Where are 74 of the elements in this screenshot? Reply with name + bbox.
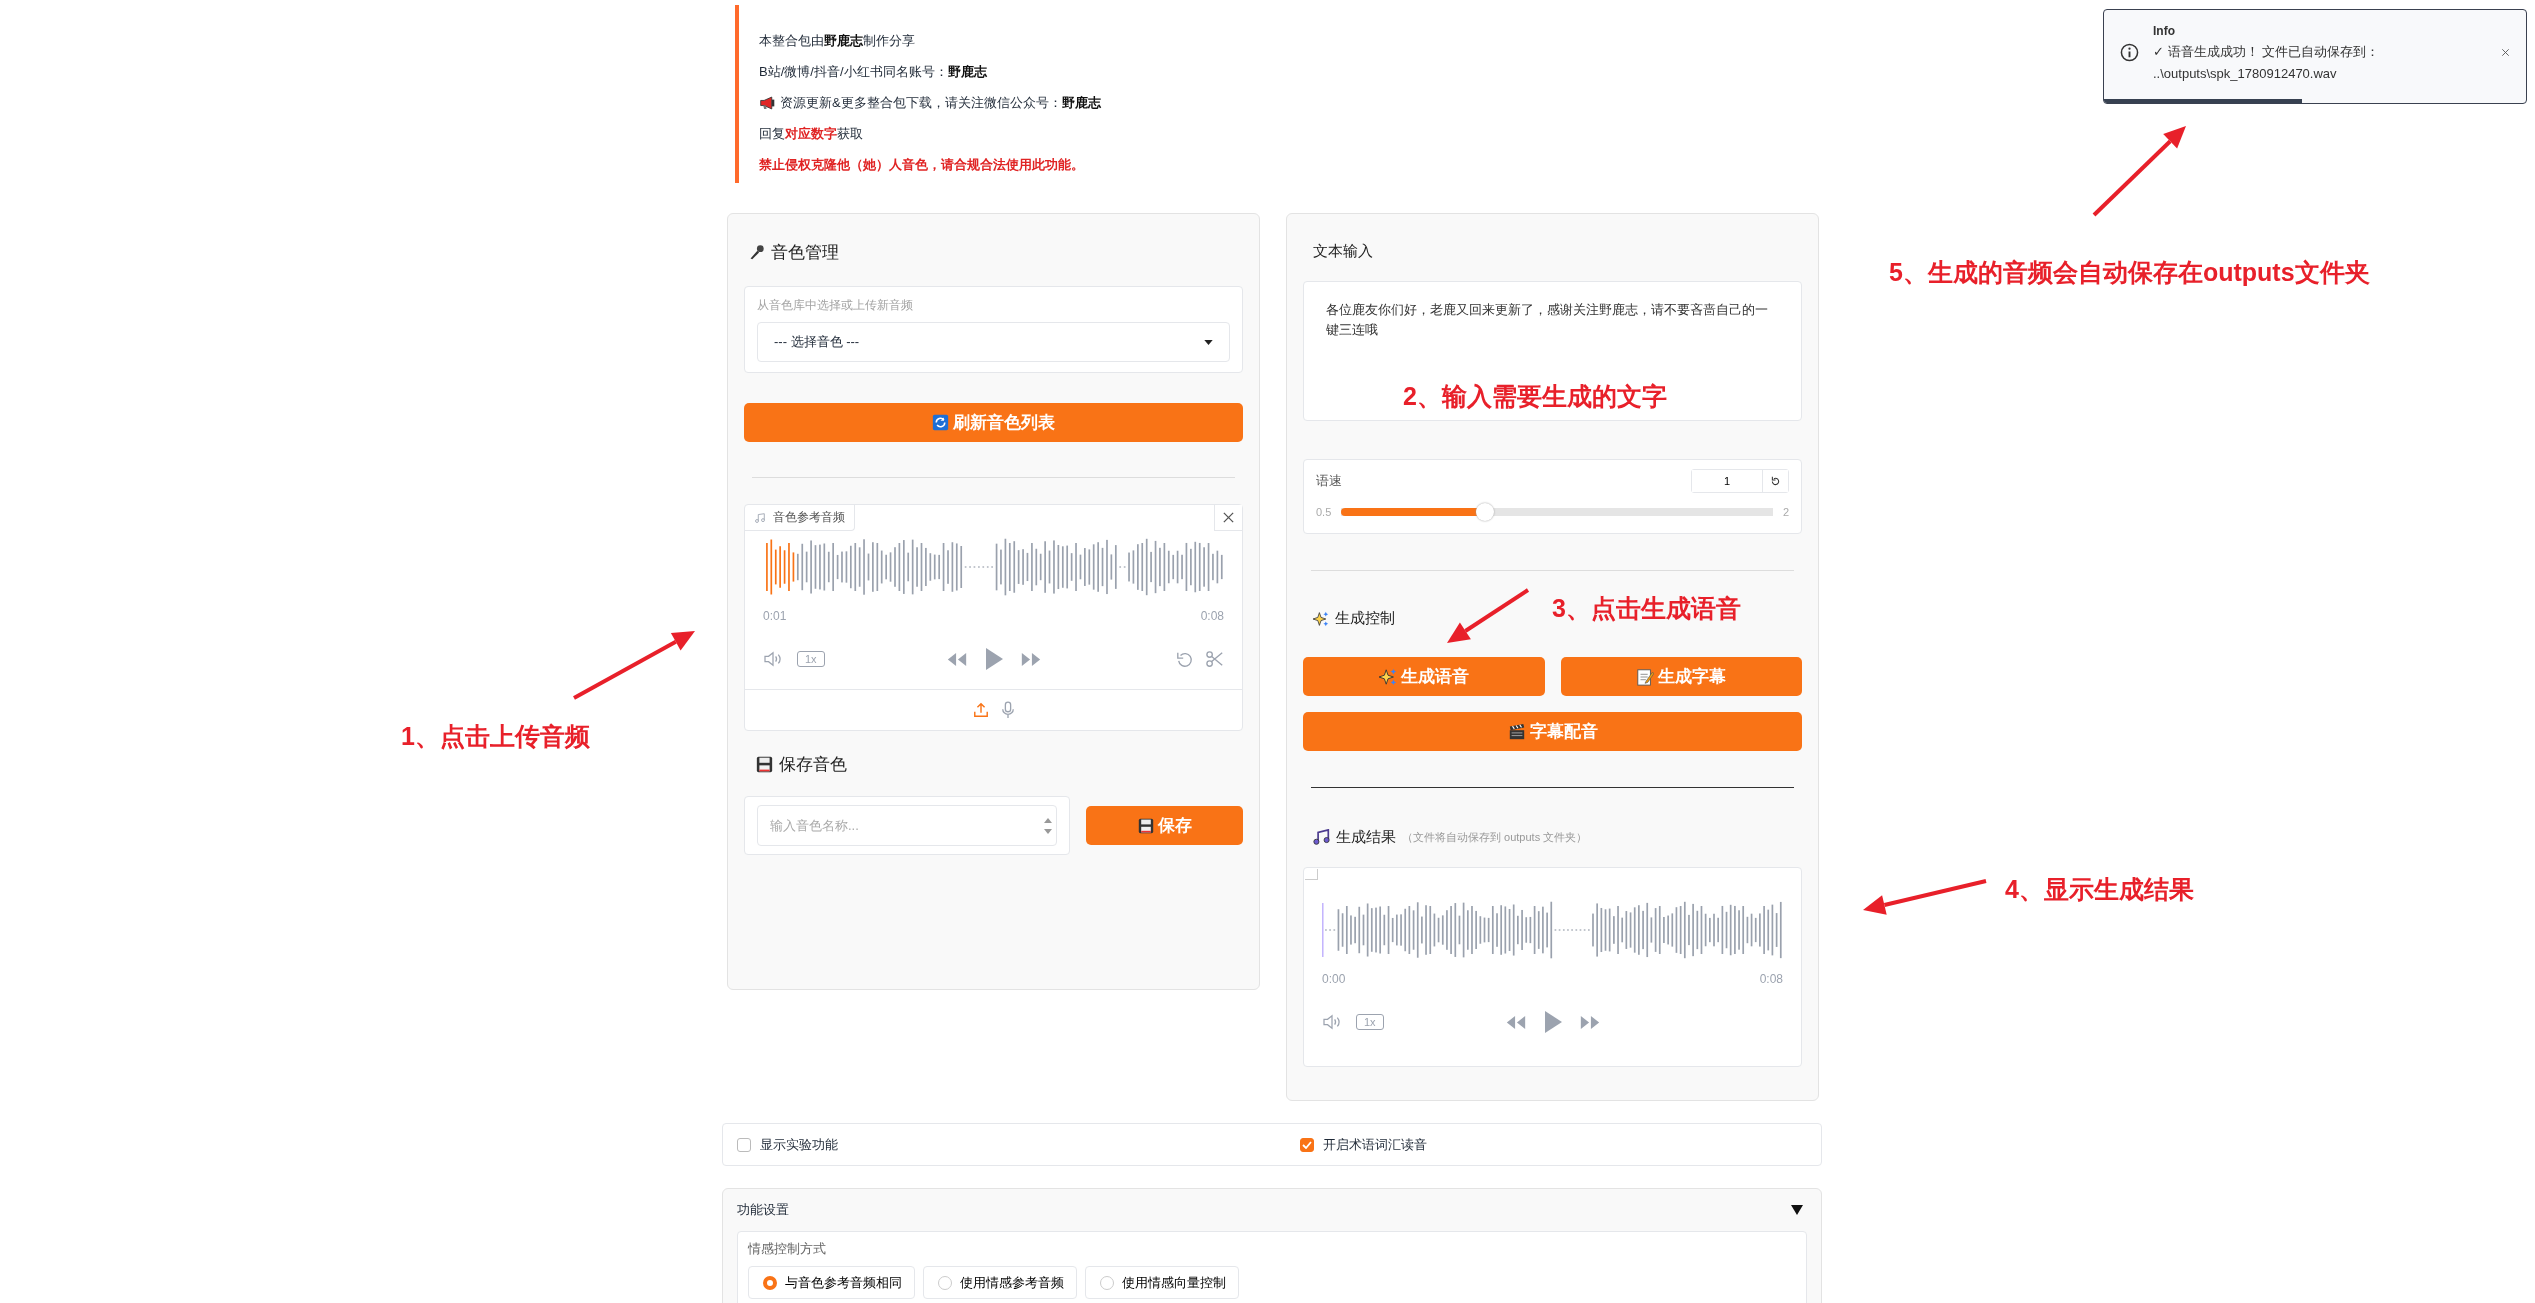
accordion-title: 功能设置: [737, 1201, 789, 1219]
panel-title: 音色管理: [771, 242, 839, 264]
notice-text: B站/微博/抖音/小红书同名账号：野鹿志: [759, 62, 987, 81]
section-title: 生成控制: [1335, 609, 1395, 628]
microphone-icon: [748, 244, 765, 261]
play-icon[interactable]: [1542, 1010, 1563, 1034]
collapse-triangle-icon[interactable]: [1791, 1204, 1803, 1215]
section-title: 生成结果: [1336, 828, 1396, 847]
fast-forward-icon[interactable]: [1578, 1014, 1601, 1030]
clapperboard-icon: [1507, 722, 1526, 741]
section-title: 保存音色: [779, 754, 847, 776]
current-time: 0:01: [763, 609, 787, 623]
checkbox[interactable]: [1300, 1137, 1314, 1152]
fast-forward-icon[interactable]: [1019, 651, 1042, 667]
voice-name-field[interactable]: 输入音色名称...: [757, 805, 1057, 846]
upload-icon[interactable]: [972, 702, 989, 718]
checkbox-label: 显示实验功能: [760, 1135, 838, 1154]
corner-mark: [1305, 869, 1318, 880]
spin-up-icon[interactable]: [1044, 817, 1052, 823]
panel-title: 文本输入: [1313, 242, 1373, 261]
info-icon: [2120, 43, 2139, 62]
volume-icon[interactable]: [763, 651, 783, 667]
current-time: 0:00: [1322, 972, 1346, 986]
close-button[interactable]: [1214, 505, 1242, 531]
notice-text: 回复对应数字获取: [759, 124, 863, 143]
result-note: （文件将自动保存到 outputs 文件夹）: [1402, 830, 1588, 845]
radio-option[interactable]: 使用情感参考音频: [923, 1266, 1077, 1299]
spin-down-icon[interactable]: [1044, 828, 1052, 834]
duration: 0:08: [1200, 609, 1224, 623]
toast-title: Info: [2153, 24, 2176, 38]
duration: 0:08: [1759, 972, 1783, 986]
scissors-icon[interactable]: [1206, 650, 1224, 668]
slider-max: 2: [1782, 506, 1789, 518]
music-notes-icon: [1313, 829, 1330, 846]
play-icon[interactable]: [983, 647, 1004, 671]
annotation-text: 2、输入需要生成的文字: [1403, 381, 1667, 411]
annotation-text: 4、显示生成结果: [2005, 874, 2194, 904]
notice-text: 禁止侵权克隆他（她）人音色，请合规合法使用此功能。: [759, 155, 1084, 174]
volume-icon[interactable]: [1322, 1014, 1342, 1030]
checkbox-label: 开启术语词汇读音: [1323, 1135, 1427, 1154]
annotation-text: 1、点击上传音频: [401, 721, 590, 751]
radio-option[interactable]: 使用情感向量控制: [1085, 1266, 1239, 1299]
caret-icon: [1204, 339, 1213, 345]
speed-number-field[interactable]: 1: [1691, 469, 1789, 493]
sparkle-icon: [1313, 610, 1329, 627]
slider-min: 0.5: [1316, 506, 1332, 518]
memo-icon: [1636, 667, 1655, 686]
microphone-icon[interactable]: [1000, 701, 1015, 719]
rewind-icon[interactable]: [945, 651, 968, 667]
reset-button[interactable]: [1762, 470, 1788, 492]
checkbox[interactable]: [737, 1137, 751, 1152]
refresh-icon: [932, 414, 949, 431]
notice-text: 资源更新&更多整合包下载，请关注微信公众号：野鹿志: [780, 93, 1101, 112]
field-label: 从音色库中选择或上传新音频: [757, 297, 914, 314]
slider-thumb[interactable]: [1476, 503, 1494, 521]
undo-icon[interactable]: [1176, 650, 1194, 668]
radio-option[interactable]: 与音色参考音频相同: [748, 1266, 915, 1299]
voice-dropdown[interactable]: --- 选择音色 ---: [757, 322, 1230, 362]
annotation-text: 5、生成的音频会自动保存在outputs文件夹: [1889, 257, 2370, 287]
megaphone-icon: [759, 95, 776, 110]
toast-message: ✓ 语音生成成功！ 文件已自动保存到：: [2153, 43, 2381, 61]
annotation-text: 3、点击生成语音: [1552, 593, 1741, 623]
toast-path: ..\outputs\spk_1780912470.wav: [2153, 66, 2338, 81]
close-icon[interactable]: [2501, 48, 2510, 57]
music-note-icon: [754, 511, 766, 524]
reset-icon: [1770, 475, 1781, 487]
notice-text: 本整合包由野鹿志制作分享: [759, 31, 915, 50]
rewind-icon[interactable]: [1504, 1014, 1527, 1030]
audio-label: 音色参考音频: [773, 509, 845, 526]
group-label: 情感控制方式: [748, 1240, 827, 1258]
slider-label: 语速: [1316, 472, 1342, 490]
close-icon: [1222, 511, 1235, 524]
accordion-header[interactable]: 功能设置: [737, 1189, 1807, 1231]
sparkle-icon: [1378, 667, 1397, 686]
